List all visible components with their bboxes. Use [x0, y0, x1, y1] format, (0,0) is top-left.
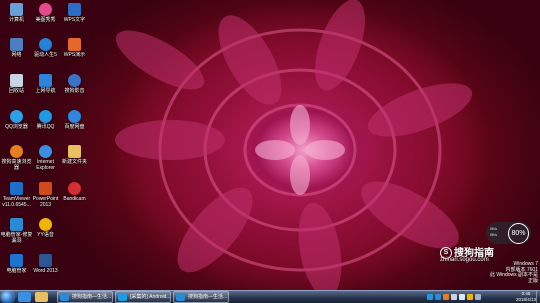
windows-genuine-notice: 此 Windows 副本不是正版: [489, 272, 538, 284]
pc-manager-repair-icon: [10, 218, 23, 231]
clock-date: 2018/4/13: [515, 296, 536, 302]
tencent-qq-icon: [39, 110, 52, 123]
ie-quicklaunch-icon[interactable]: [18, 292, 31, 302]
start-button[interactable]: [1, 291, 14, 303]
desktop-icon-new-folder[interactable]: 新建文件夹: [58, 145, 91, 165]
qq-browser-icon: [10, 110, 23, 123]
desktop-icon-sogou-video[interactable]: 搜狗影音: [58, 74, 91, 94]
internet-explorer-icon: [39, 145, 52, 158]
qq-icon: [118, 293, 127, 301]
windows-watermark: Windows 7 内部版本 7601 此 Windows 副本不是正版: [485, 261, 538, 284]
sogou-video-icon: [68, 74, 81, 87]
sogou-browser-icon: [176, 293, 185, 301]
taskbar: 搜狗指南—生活... [采集的] Android... 搜狗指南—生活... 0…: [0, 290, 540, 303]
tray-input-method-icon[interactable]: [443, 294, 449, 300]
desktop-icon-yy-voice[interactable]: YY语音: [29, 218, 62, 238]
web-navigation-icon: [39, 74, 52, 87]
wps-writer-icon: [68, 3, 81, 16]
sogou-browser-icon: [10, 145, 23, 158]
desktop-icon-wps-presentation[interactable]: WPS演示: [58, 38, 91, 58]
taskbar-item-sogou-guide-1[interactable]: 搜狗指南—生活...: [57, 291, 113, 303]
tray-qq-icon[interactable]: [427, 294, 433, 300]
taskbar-item-android-collection[interactable]: [采集的] Android...: [115, 291, 171, 303]
computer-icon: [10, 3, 23, 16]
taskbar-item-sogou-guide-2[interactable]: 搜狗指南—生活...: [173, 291, 229, 303]
desktop-icon-baidu-netdisk[interactable]: 百度网盘: [58, 110, 91, 130]
tray-security-icon[interactable]: [435, 294, 441, 300]
yy-voice-icon: [39, 218, 52, 231]
folder-icon: [68, 145, 81, 158]
pc-manager-icon: [10, 254, 23, 267]
memory-percent: 80%: [508, 223, 529, 244]
powerpoint-icon: [39, 182, 52, 195]
explorer-quicklaunch-icon[interactable]: [35, 292, 48, 302]
speed-rates: 0K/s 0K/s: [490, 226, 497, 238]
recycle-bin-icon: [10, 74, 23, 87]
taskbar-clock[interactable]: 0:45 2018/4/13: [516, 291, 536, 302]
teamviewer-icon: [10, 182, 23, 195]
network-icon: [10, 38, 23, 51]
tray-expand-icon[interactable]: [475, 294, 481, 300]
meitu-icon: [39, 3, 52, 16]
desktop-icon-word[interactable]: Word 2013: [29, 254, 62, 274]
bandicam-icon: [68, 182, 81, 195]
driver-genius-icon: [39, 38, 52, 51]
tray-flag-icon[interactable]: [467, 294, 473, 300]
desktop-icon-wps-writer[interactable]: WPS文字: [58, 3, 91, 23]
show-desktop-button[interactable]: [536, 291, 540, 303]
wps-presentation-icon: [68, 38, 81, 51]
sogou-browser-icon: [60, 293, 69, 301]
desktop-icon-bandicam[interactable]: Bandicam: [58, 182, 91, 202]
tray-network-icon[interactable]: [451, 294, 457, 300]
download-rate: 0K/s: [490, 233, 498, 237]
baidu-netdisk-icon: [68, 110, 81, 123]
network-speed-widget[interactable]: 0K/s 0K/s 80%: [486, 222, 531, 244]
sogou-guide-url: zhinan.sogou.com: [440, 257, 489, 263]
tray-volume-icon[interactable]: [459, 294, 465, 300]
word-icon: [39, 254, 52, 267]
system-tray: 0:45 2018/4/13: [425, 291, 540, 303]
